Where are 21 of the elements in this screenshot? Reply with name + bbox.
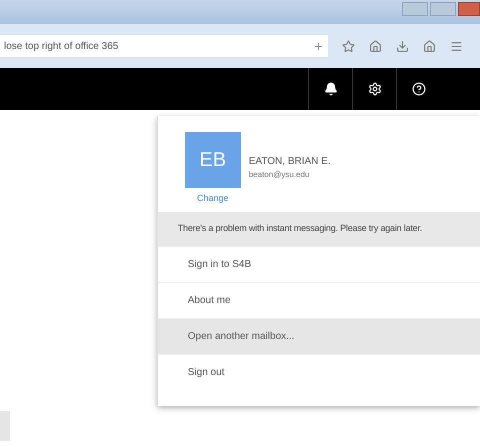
menu-item[interactable]: Open another mailbox...	[158, 318, 480, 354]
avatar-initials: EB	[184, 132, 241, 188]
side-panel-edge	[0, 411, 10, 441]
star-icon[interactable]	[342, 40, 355, 52]
help-icon[interactable]	[412, 82, 426, 96]
settings-icon[interactable]	[368, 82, 382, 96]
notice-banner: There's a problem with instant messaging. Please try again later.	[158, 212, 480, 246]
add-icon[interactable]	[313, 40, 324, 52]
download-icon[interactable]	[396, 40, 409, 52]
address-bar[interactable]: lose top right of office 365	[0, 35, 328, 57]
account-name: EATON, BRIAN E.	[248, 155, 331, 169]
notification-bell-icon[interactable]	[324, 82, 338, 96]
menu-item[interactable]: Sign in to S4B	[158, 246, 480, 282]
menu-icon[interactable]	[450, 40, 463, 52]
menu-item[interactable]: About me	[158, 282, 480, 318]
account-email: beaton@ysu.edu	[248, 169, 310, 181]
home-icon[interactable]	[369, 40, 382, 52]
address-text: lose top right of office 365	[4, 40, 118, 54]
change-photo-link[interactable]: Change	[196, 192, 228, 206]
menu-item[interactable]: Sign out	[158, 354, 480, 390]
home-icon[interactable]	[423, 40, 436, 52]
